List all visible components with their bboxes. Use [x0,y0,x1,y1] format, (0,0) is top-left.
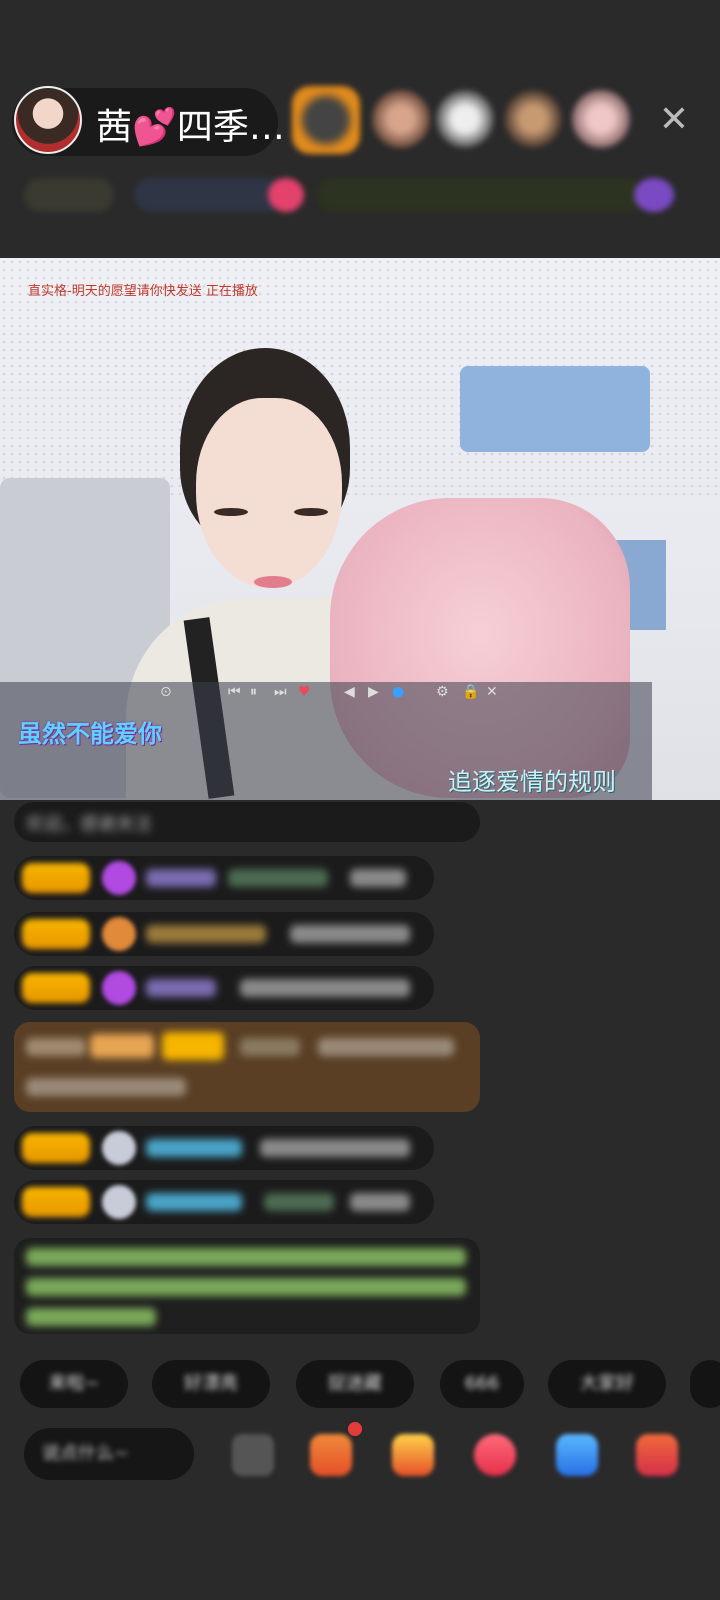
chat-text [228,869,328,887]
viewer-avatar[interactable] [504,90,562,148]
quick-reply-button[interactable]: 捉迷藏 [296,1360,414,1408]
fan-icon [102,917,136,951]
highlighted-chat-message [14,1022,480,1112]
streamer-face [196,398,342,588]
share-icon[interactable] [556,1434,598,1476]
viewer-avatar[interactable] [372,90,430,148]
chat-text [318,1038,454,1056]
chat-username[interactable] [146,979,216,997]
player-next-icon[interactable]: ⏭ [274,684,287,700]
gift-box-icon[interactable] [392,1434,434,1476]
fans-chip[interactable] [134,178,284,212]
chat-text: 欢迎，感谢关注 [26,814,152,835]
live-video[interactable]: 直实格-明天的愿望请你快发送 正在播放 ⊙ ⏮ ⏸ ⏭ ♥ ◀ ▶ ● ⚙ 🔒 … [0,258,720,800]
host-name[interactable]: 茜💕四季… [96,98,285,150]
level-badge [22,919,90,949]
player-vol-up-icon[interactable]: ▶ [368,684,379,700]
quick-reply-button[interactable]: 好漂亮 [152,1360,270,1408]
wall-panel [460,366,650,452]
fan-club-icon[interactable] [310,1434,352,1476]
stream-info-bar[interactable] [24,174,696,216]
chat-tag [26,1038,86,1056]
chat-username[interactable] [146,1193,242,1211]
emoji-icon[interactable] [232,1434,274,1476]
quick-reply-button[interactable] [690,1360,720,1408]
player-settings-icon[interactable]: ⚙ [436,684,449,700]
notification-dot [348,1422,362,1436]
chat-text [240,979,410,997]
player-mode-icon[interactable]: ● [392,684,404,700]
chat-message [14,1180,434,1224]
chat-message [14,912,434,956]
chat-text [350,869,406,887]
level-badge [22,1187,90,1217]
chat-username[interactable] [240,1038,300,1056]
viewer-avatar[interactable] [572,90,630,148]
chat-text [260,1139,410,1157]
player-heart-icon[interactable]: ♥ [298,684,311,700]
user-avatar[interactable] [102,1131,136,1165]
streamer-eye [214,508,248,516]
chat-text [26,1078,186,1096]
follow-icon[interactable] [268,178,304,212]
quick-reply-button[interactable]: 666 [440,1360,524,1408]
player-lock-icon[interactable]: 🔒 [462,684,479,700]
chat-username[interactable] [146,869,216,887]
player-close-icon[interactable]: ✕ [486,684,498,700]
gift-badge [90,1034,154,1058]
level-badge [22,973,90,1003]
chat-message: 欢迎，感谢关注 [14,802,480,842]
chat-message [14,856,434,900]
notice-text [26,1308,156,1326]
level-badge [162,1032,224,1060]
chat-text [264,1193,334,1211]
lyric-next: 追逐爱情的规则 [448,768,616,796]
chat-message [14,1126,434,1170]
chat-input[interactable]: 说点什么~ [24,1428,194,1480]
activity-banner[interactable] [316,178,646,212]
system-notice [14,1238,480,1334]
player-vol-down-icon[interactable]: ◀ [344,684,355,700]
chat-text [350,1193,410,1211]
more-icon[interactable] [636,1434,678,1476]
level-badge [22,1133,90,1163]
viewer-avatar[interactable] [436,90,494,148]
quick-reply-button[interactable]: 大家好 [548,1360,666,1408]
gem-icon [102,861,136,895]
player-prev-icon[interactable]: ⏮ [228,684,241,700]
gem-icon [102,971,136,1005]
viewer-avatar-top[interactable] [292,86,360,154]
level-badge [22,863,90,893]
close-icon[interactable]: ✕ [654,100,694,140]
notice-text [26,1278,466,1296]
chat-text [290,925,410,943]
chat-message [14,966,434,1010]
player-pause-icon[interactable]: ⏸ [250,684,257,700]
user-avatar[interactable] [102,1185,136,1219]
lyric-current: 虽然不能爱你 [18,720,162,748]
host-avatar[interactable] [14,86,82,154]
chat-username[interactable] [146,925,266,943]
player-circle-icon[interactable]: ⊙ [160,684,172,700]
chat-username[interactable] [146,1139,242,1157]
like-icon[interactable] [474,1434,516,1476]
streamer-eye [294,508,328,516]
notice-text [26,1248,466,1266]
quick-reply-button[interactable]: 来啦~ [20,1360,128,1408]
rank-chip[interactable] [24,178,114,212]
video-caption: 直实格-明天的愿望请你快发送 正在播放 [28,284,258,299]
streamer-lips [254,576,292,588]
gift-icon[interactable] [634,178,674,212]
